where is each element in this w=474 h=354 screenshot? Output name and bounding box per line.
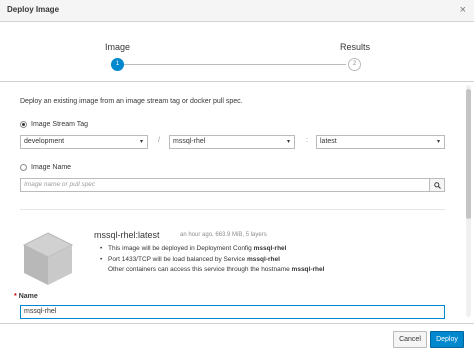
bullet-dot: • bbox=[100, 256, 103, 263]
dialog-body: Deploy an existing image from an image s… bbox=[0, 83, 474, 323]
hostname-text: Other containers can access this service… bbox=[108, 266, 292, 273]
deploy-button[interactable]: Deploy bbox=[430, 331, 464, 348]
image-name-input[interactable]: Image name or pull spec bbox=[20, 178, 430, 192]
radio-image-stream-tag-label: Image Stream Tag bbox=[31, 121, 89, 128]
bullet-dot: • bbox=[100, 245, 103, 252]
step-1-indicator[interactable]: 1 bbox=[111, 58, 124, 71]
step-results-label: Results bbox=[340, 42, 371, 52]
image-title: mssql-rhel:latest bbox=[94, 230, 160, 240]
dialog-footer: Cancel Deploy bbox=[0, 323, 474, 354]
image-meta: an hour ago, 663.9 MiB, 5 layers bbox=[180, 232, 267, 238]
name-label-text: Name bbox=[18, 293, 38, 300]
namespace-select-value: development bbox=[24, 138, 65, 145]
radio-unchecked-icon[interactable] bbox=[20, 164, 27, 171]
namespace-select[interactable]: development ▾ bbox=[20, 135, 148, 149]
radio-image-name-label: Image Name bbox=[31, 164, 72, 171]
image-stream-select[interactable]: mssql-rhel ▾ bbox=[169, 135, 295, 149]
radio-image-stream-tag[interactable]: Image Stream Tag bbox=[20, 121, 88, 128]
section-divider bbox=[20, 209, 445, 210]
scrollbar-thumb[interactable] bbox=[466, 89, 471, 219]
image-stream-select-value: mssql-rhel bbox=[173, 138, 206, 145]
step-2-indicator[interactable]: 2 bbox=[348, 58, 361, 71]
search-button[interactable] bbox=[430, 178, 445, 192]
required-marker: * bbox=[14, 293, 17, 300]
hostname-line: Other containers can access this service… bbox=[108, 266, 324, 273]
hostname-value: mssql-rhel bbox=[291, 266, 325, 273]
deployment-config-text: This image will be deployed in Deploymen… bbox=[108, 245, 254, 252]
separator-colon: : bbox=[306, 137, 308, 144]
step-image-label: Image bbox=[105, 42, 131, 52]
caret-down-icon: ▾ bbox=[436, 139, 440, 145]
caret-down-icon: ▾ bbox=[286, 139, 290, 145]
separator-slash: / bbox=[158, 137, 160, 144]
intro-text: Deploy an existing image from an image s… bbox=[20, 98, 243, 105]
tag-select-value: latest bbox=[320, 138, 337, 145]
scrollbar[interactable] bbox=[466, 85, 471, 317]
service-port-line: Port 1433/TCP will be load balanced by S… bbox=[108, 256, 280, 263]
service-name: mssql-rhel bbox=[247, 256, 280, 263]
service-port-text: Port 1433/TCP will be load balanced by S… bbox=[108, 256, 247, 263]
search-icon bbox=[434, 182, 441, 189]
dialog-title: Deploy Image bbox=[7, 5, 60, 14]
deploy-image-dialog: Deploy Image × Image Results 1 2 Deploy … bbox=[0, 0, 474, 354]
name-input[interactable]: mssql-rhel bbox=[20, 305, 445, 319]
deployment-config-line: This image will be deployed in Deploymen… bbox=[108, 245, 286, 252]
dialog-header: Deploy Image × bbox=[0, 0, 474, 22]
name-field-label: * Name bbox=[14, 293, 38, 300]
close-icon[interactable]: × bbox=[460, 3, 466, 17]
cancel-button[interactable]: Cancel bbox=[393, 331, 427, 348]
wizard-steps: Image Results 1 2 bbox=[0, 22, 474, 82]
radio-checked-icon[interactable] bbox=[20, 121, 27, 128]
deployment-config-name: mssql-rhel bbox=[253, 245, 287, 252]
tag-select[interactable]: latest ▾ bbox=[316, 135, 445, 149]
step-connector-line bbox=[122, 64, 346, 65]
radio-image-name[interactable]: Image Name bbox=[20, 164, 71, 171]
caret-down-icon: ▾ bbox=[139, 139, 143, 145]
cube-icon bbox=[22, 232, 74, 285]
